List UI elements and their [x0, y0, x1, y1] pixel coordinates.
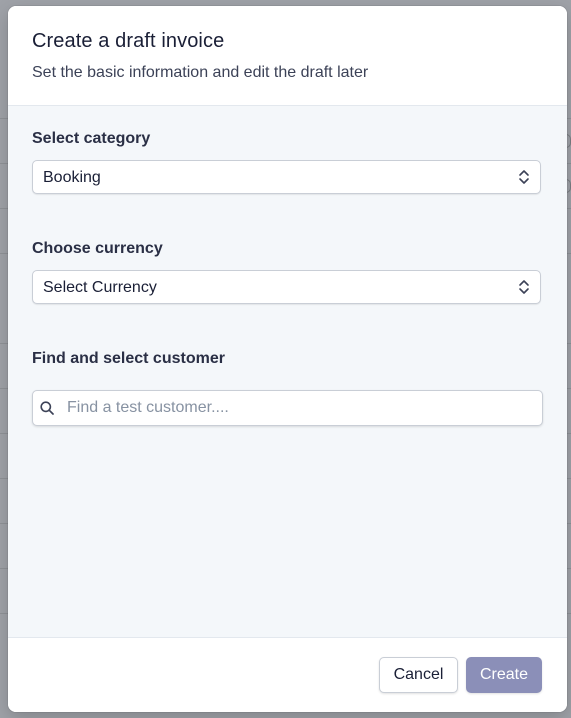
- modal-body: Select category Booking Choose currency …: [8, 106, 567, 637]
- modal-header: Create a draft invoice Set the basic inf…: [8, 6, 567, 106]
- currency-select[interactable]: Select Currency: [32, 270, 541, 304]
- customer-search-box[interactable]: [32, 390, 543, 426]
- currency-select-value: Select Currency: [43, 279, 157, 296]
- customer-search-input[interactable]: [67, 391, 527, 425]
- category-label: Select category: [32, 130, 151, 147]
- currency-label: Choose currency: [32, 240, 163, 257]
- modal-footer: Cancel Create: [8, 637, 567, 712]
- search-icon: [40, 401, 54, 415]
- create-invoice-modal: Create a draft invoice Set the basic inf…: [8, 6, 567, 712]
- chevron-up-down-icon: [519, 280, 529, 294]
- modal-subtitle: Set the basic information and edit the d…: [32, 64, 369, 81]
- modal-title: Create a draft invoice: [32, 30, 225, 52]
- category-select[interactable]: Booking: [32, 160, 541, 194]
- chevron-up-down-icon: [519, 170, 529, 184]
- category-select-value: Booking: [43, 169, 101, 186]
- cancel-button[interactable]: Cancel: [379, 657, 458, 693]
- customer-label: Find and select customer: [32, 350, 225, 367]
- create-button[interactable]: Create: [466, 657, 542, 693]
